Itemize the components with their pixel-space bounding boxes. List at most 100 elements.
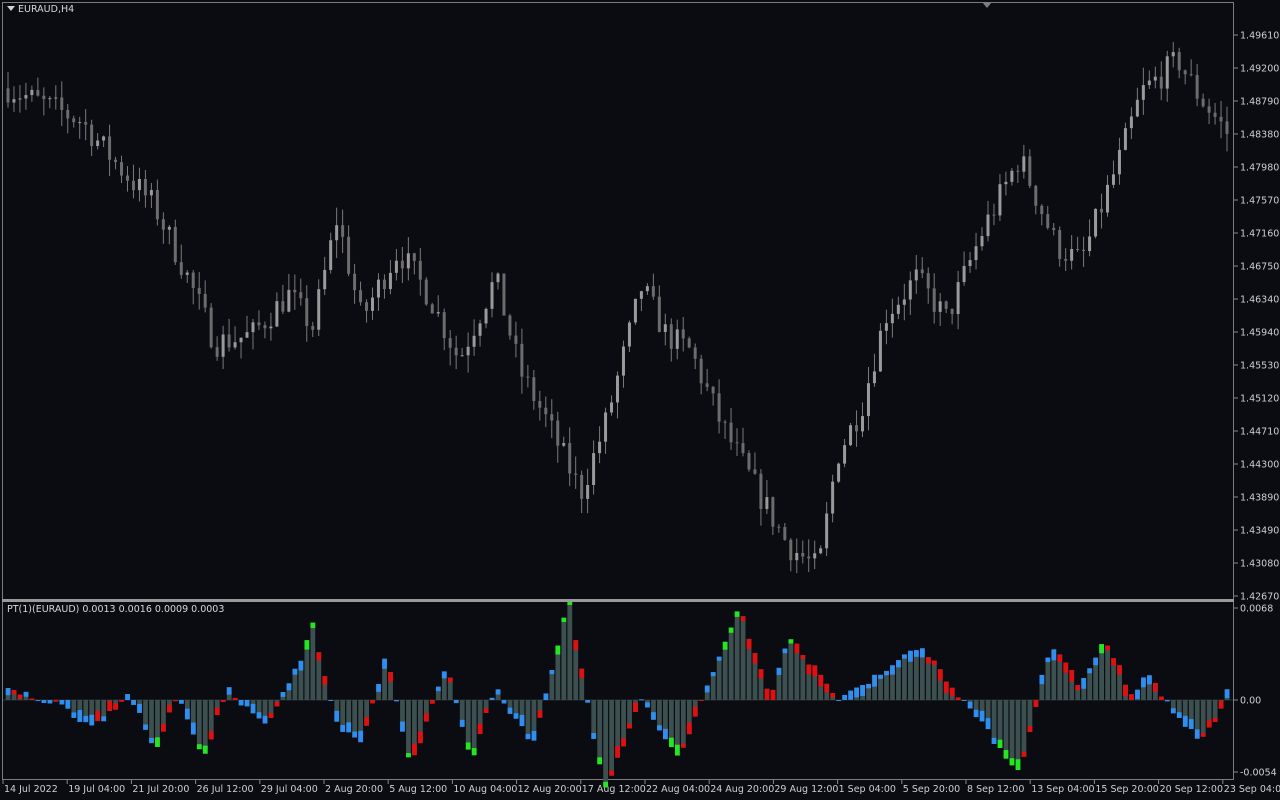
- candle-body: [765, 497, 769, 509]
- candle-body: [831, 481, 835, 514]
- candle-body: [42, 95, 46, 100]
- histogram-bar-cap: [621, 738, 626, 747]
- histogram-bar-cap: [101, 716, 107, 722]
- histogram-bar-cap: [394, 700, 399, 702]
- histogram-bar-cap: [908, 650, 913, 662]
- candle-body: [275, 301, 279, 327]
- histogram-bar-cap: [119, 700, 125, 702]
- candle-body: [1004, 181, 1008, 185]
- histogram-bar: [1045, 657, 1051, 700]
- candle-body: [1076, 248, 1080, 250]
- candle-body: [1052, 227, 1056, 231]
- histogram-bar-cap: [519, 714, 525, 727]
- histogram-bar-cap: [555, 645, 561, 655]
- histogram-bar-cap: [525, 733, 531, 740]
- candle-body: [968, 260, 972, 267]
- histogram-bar-cap: [848, 690, 854, 700]
- histogram-bar-cap: [11, 689, 17, 695]
- candle-body: [66, 109, 70, 119]
- histogram-bar-cap: [143, 724, 148, 730]
- histogram-bar: [782, 648, 788, 700]
- histogram-bar-cap: [459, 719, 465, 727]
- histogram-bar-cap: [35, 700, 41, 701]
- candle-body: [1153, 76, 1157, 81]
- histogram-bar-cap: [483, 708, 489, 713]
- price-axis-label: 1.48790: [1240, 97, 1279, 108]
- candle-body: [131, 180, 135, 191]
- candle-body: [466, 346, 470, 356]
- candle-body: [347, 236, 351, 274]
- chart-shift-marker-icon[interactable]: [982, 2, 992, 8]
- indicator-scale-label: -0.0054: [1240, 768, 1277, 779]
- pane-separator[interactable]: [2, 599, 1234, 602]
- histogram-bar-cap: [1099, 644, 1105, 654]
- histogram-bar-cap: [531, 730, 537, 741]
- candle-body: [508, 315, 512, 336]
- candle-body: [789, 539, 793, 561]
- histogram-bar-cap: [418, 731, 423, 744]
- candle-body: [759, 473, 763, 509]
- histogram-bar: [310, 622, 316, 700]
- candle-body: [819, 548, 823, 554]
- candle-body: [126, 175, 129, 181]
- histogram-bar-cap: [692, 706, 698, 717]
- histogram-bar-cap: [1009, 758, 1015, 766]
- price-axis-label: 1.43890: [1240, 493, 1279, 504]
- histogram-bar-cap: [782, 648, 788, 654]
- candle-body: [920, 269, 924, 274]
- histogram-bar-cap: [591, 733, 597, 739]
- candle-body: [1135, 99, 1139, 117]
- price-axis-label: 1.42670: [1240, 592, 1279, 603]
- histogram-bar-cap: [441, 671, 447, 679]
- histogram-bar-cap: [806, 664, 812, 675]
- candle-body: [992, 214, 996, 216]
- time-axis-label: 15 Sep 20:00: [1095, 784, 1158, 795]
- candle-body: [604, 412, 608, 442]
- histogram-bar: [471, 700, 477, 756]
- histogram-bar-cap: [1123, 684, 1128, 697]
- histogram-bar-cap: [991, 737, 997, 744]
- histogram-bar: [597, 700, 603, 765]
- histogram-bar-cap: [698, 700, 704, 701]
- histogram-bar-cap: [1021, 751, 1027, 757]
- histogram-bar-cap: [83, 715, 89, 723]
- candle-body: [1159, 76, 1163, 89]
- histogram-bar-cap: [465, 742, 471, 750]
- histogram-bar-cap: [686, 722, 692, 735]
- candle-body: [890, 313, 894, 324]
- candle-body: [1070, 248, 1074, 261]
- price-axis-label: 1.43490: [1240, 526, 1279, 537]
- price-axis-label: 1.44300: [1240, 460, 1279, 471]
- histogram-bar-cap: [328, 700, 334, 701]
- candle-body: [281, 301, 285, 312]
- candle-body: [1129, 116, 1133, 129]
- candle-body: [353, 273, 357, 291]
- candle-body: [36, 89, 40, 96]
- histogram-bar-cap: [507, 707, 513, 714]
- histogram-bar-cap: [722, 641, 728, 650]
- histogram-bar-cap: [1093, 657, 1099, 666]
- candle-body: [962, 266, 966, 283]
- candle-body: [1040, 205, 1044, 215]
- candle-body: [980, 236, 984, 247]
- candle-body: [627, 322, 631, 347]
- histogram-bar: [902, 654, 907, 700]
- histogram-bar-cap: [913, 650, 919, 657]
- candle-body: [843, 445, 847, 464]
- histogram-bar-cap: [388, 672, 393, 682]
- histogram-bar-cap: [1129, 694, 1134, 700]
- price-chart[interactable]: 1.49610 1.49200 1.48790 1.48380 1.47980 1.475…: [0, 0, 1280, 800]
- histogram-bar-cap: [1045, 657, 1051, 663]
- histogram-bar: [931, 660, 937, 700]
- histogram-bar-cap: [937, 669, 943, 681]
- candle-body: [592, 453, 596, 485]
- candle-body: [657, 296, 661, 333]
- dropdown-triangle-icon: [7, 6, 15, 11]
- histogram-bar-cap: [412, 743, 417, 756]
- candle-body: [556, 420, 560, 446]
- candle-body: [1082, 249, 1086, 252]
- candle-body: [783, 527, 787, 540]
- price-axis-label: 1.46340: [1240, 295, 1279, 306]
- candle-body: [771, 497, 775, 527]
- histogram-bar: [609, 700, 615, 776]
